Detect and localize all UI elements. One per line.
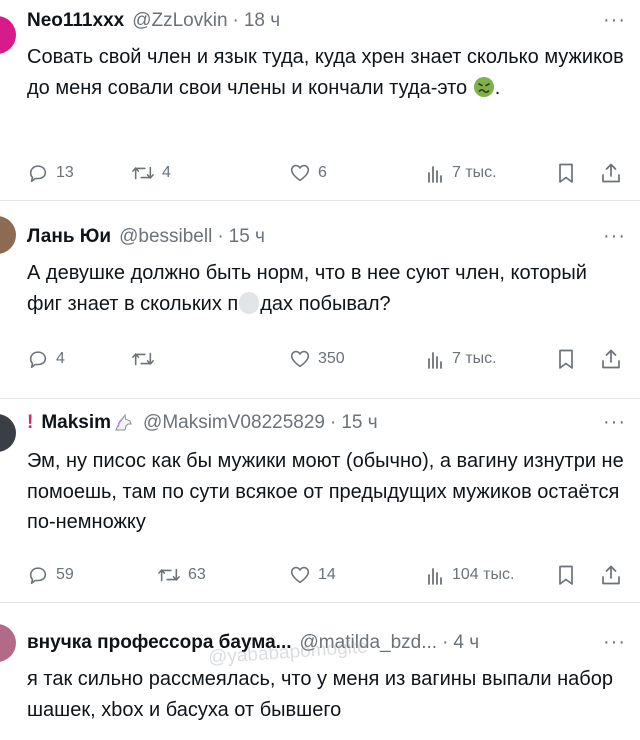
tweet-text-part: . xyxy=(494,76,501,99)
tweet-text: А девушке должно быть норм, что в нее су… xyxy=(27,258,627,319)
more-options-icon[interactable]: ··· xyxy=(603,412,626,432)
action-bar: 59 63 14 104 тыс. xyxy=(27,562,627,588)
tweet-3[interactable]: ! Maksim @MaksimV08225829 · 15 ч ··· Эм,… xyxy=(0,398,640,603)
tweet-text: Совать свой член и язык туда, куда хрен … xyxy=(27,42,627,103)
tweet-text-part: дах побывал? xyxy=(260,292,391,315)
views-count: 104 тыс. xyxy=(452,566,515,583)
tweet-4[interactable]: внучка профессора баума... @matilda_bzd.… xyxy=(0,602,640,740)
warning-mark: ! xyxy=(27,412,34,433)
reply-count: 59 xyxy=(56,566,74,583)
share-icon xyxy=(602,163,620,183)
author-name[interactable]: Лань Юи xyxy=(27,226,111,248)
more-options-icon[interactable]: ··· xyxy=(603,632,626,652)
avatar[interactable] xyxy=(0,414,16,452)
reply-count: 13 xyxy=(56,164,74,181)
views-icon xyxy=(428,352,442,369)
bookmark-icon xyxy=(559,349,573,369)
bookmark-icon xyxy=(559,565,573,585)
separator-dot: · xyxy=(217,226,224,247)
like-count: 350 xyxy=(318,350,345,367)
like-icon xyxy=(290,350,310,368)
more-options-icon[interactable]: ··· xyxy=(603,226,626,246)
separator-dot: · xyxy=(329,412,337,433)
tweet-header: Neo111xxx @ZzLovkin · 18 ч xyxy=(27,8,280,34)
timestamp[interactable]: 15 ч xyxy=(341,412,377,434)
tweet-text: я так сильно рассмеялась, что у меня из … xyxy=(27,668,613,721)
views-count: 7 тыс. xyxy=(452,350,497,367)
action-bar: 13 4 6 7 тыс. xyxy=(27,160,627,186)
reply-icon xyxy=(29,351,47,369)
reply-icon xyxy=(29,567,47,585)
repost-icon xyxy=(132,352,154,366)
views-button[interactable]: 104 тыс. xyxy=(425,562,514,588)
like-button[interactable]: 14 xyxy=(289,562,336,588)
bookmark-button[interactable] xyxy=(556,160,576,186)
author-name[interactable]: Neo111xxx xyxy=(27,10,124,32)
reply-icon xyxy=(29,165,47,183)
nauseated-emoji-icon xyxy=(473,76,495,98)
repost-icon xyxy=(132,166,154,180)
like-button[interactable]: 350 xyxy=(289,346,345,372)
repost-icon xyxy=(158,568,180,582)
timestamp[interactable]: 15 ч xyxy=(229,226,265,248)
reply-button[interactable]: 59 xyxy=(27,562,74,588)
share-button[interactable] xyxy=(600,160,622,186)
separator-dot: · xyxy=(442,632,449,653)
separator-dot: · xyxy=(232,10,239,31)
bookmark-button[interactable] xyxy=(556,562,576,588)
tweet-1[interactable]: Neo111xxx @ZzLovkin · 18 ч ··· Совать св… xyxy=(0,0,640,201)
like-icon xyxy=(290,566,310,584)
tweet-2[interactable]: Лань Юи @bessibell · 15 ч ··· А девушке … xyxy=(0,200,640,399)
share-button[interactable] xyxy=(600,346,622,372)
share-button[interactable] xyxy=(600,562,622,588)
reply-button[interactable]: 4 xyxy=(27,346,65,372)
tweet-text-part: Совать свой член и язык туда, куда хрен … xyxy=(27,46,624,99)
repost-count: 4 xyxy=(162,164,171,181)
reply-button[interactable]: 13 xyxy=(27,160,74,186)
unicorn-emoji-icon xyxy=(113,413,135,432)
tweet-header: Лань Юи @bessibell · 15 ч xyxy=(27,224,265,250)
repost-count: 63 xyxy=(188,566,206,583)
views-icon xyxy=(428,568,442,585)
like-icon xyxy=(290,164,310,182)
more-options-icon[interactable]: ··· xyxy=(603,10,626,30)
views-count: 7 тыс. xyxy=(452,164,497,181)
author-handle[interactable]: @MaksimV08225829 xyxy=(143,412,325,434)
censor-blur xyxy=(239,291,260,314)
share-icon xyxy=(602,565,620,585)
like-count: 14 xyxy=(318,566,336,583)
share-icon xyxy=(602,349,620,369)
bookmark-button[interactable] xyxy=(556,346,576,372)
views-button[interactable]: 7 тыс. xyxy=(425,160,497,186)
repost-button[interactable]: 63 xyxy=(157,562,206,588)
bookmark-icon xyxy=(559,163,573,183)
repost-button[interactable]: 4 xyxy=(131,160,171,186)
tweet-header: ! Maksim @MaksimV08225829 · 15 ч xyxy=(27,410,378,436)
author-handle[interactable]: @bessibell xyxy=(119,226,212,248)
reply-count: 4 xyxy=(56,350,65,367)
avatar[interactable] xyxy=(0,16,16,54)
timestamp[interactable]: 18 ч xyxy=(244,10,280,32)
action-bar: 4 350 7 тыс. xyxy=(27,346,627,372)
timestamp[interactable]: 4 ч xyxy=(453,632,479,654)
repost-button[interactable] xyxy=(131,346,162,372)
author-handle[interactable]: @ZzLovkin xyxy=(132,10,227,32)
avatar[interactable] xyxy=(0,216,16,254)
author-name[interactable]: Maksim xyxy=(41,412,111,434)
views-icon xyxy=(428,166,442,183)
tweet-text: Эм, ну писос как бы мужики моют (обычно)… xyxy=(27,450,624,533)
like-count: 6 xyxy=(318,164,327,181)
avatar[interactable] xyxy=(0,624,16,662)
views-button[interactable]: 7 тыс. xyxy=(425,346,497,372)
like-button[interactable]: 6 xyxy=(289,160,327,186)
